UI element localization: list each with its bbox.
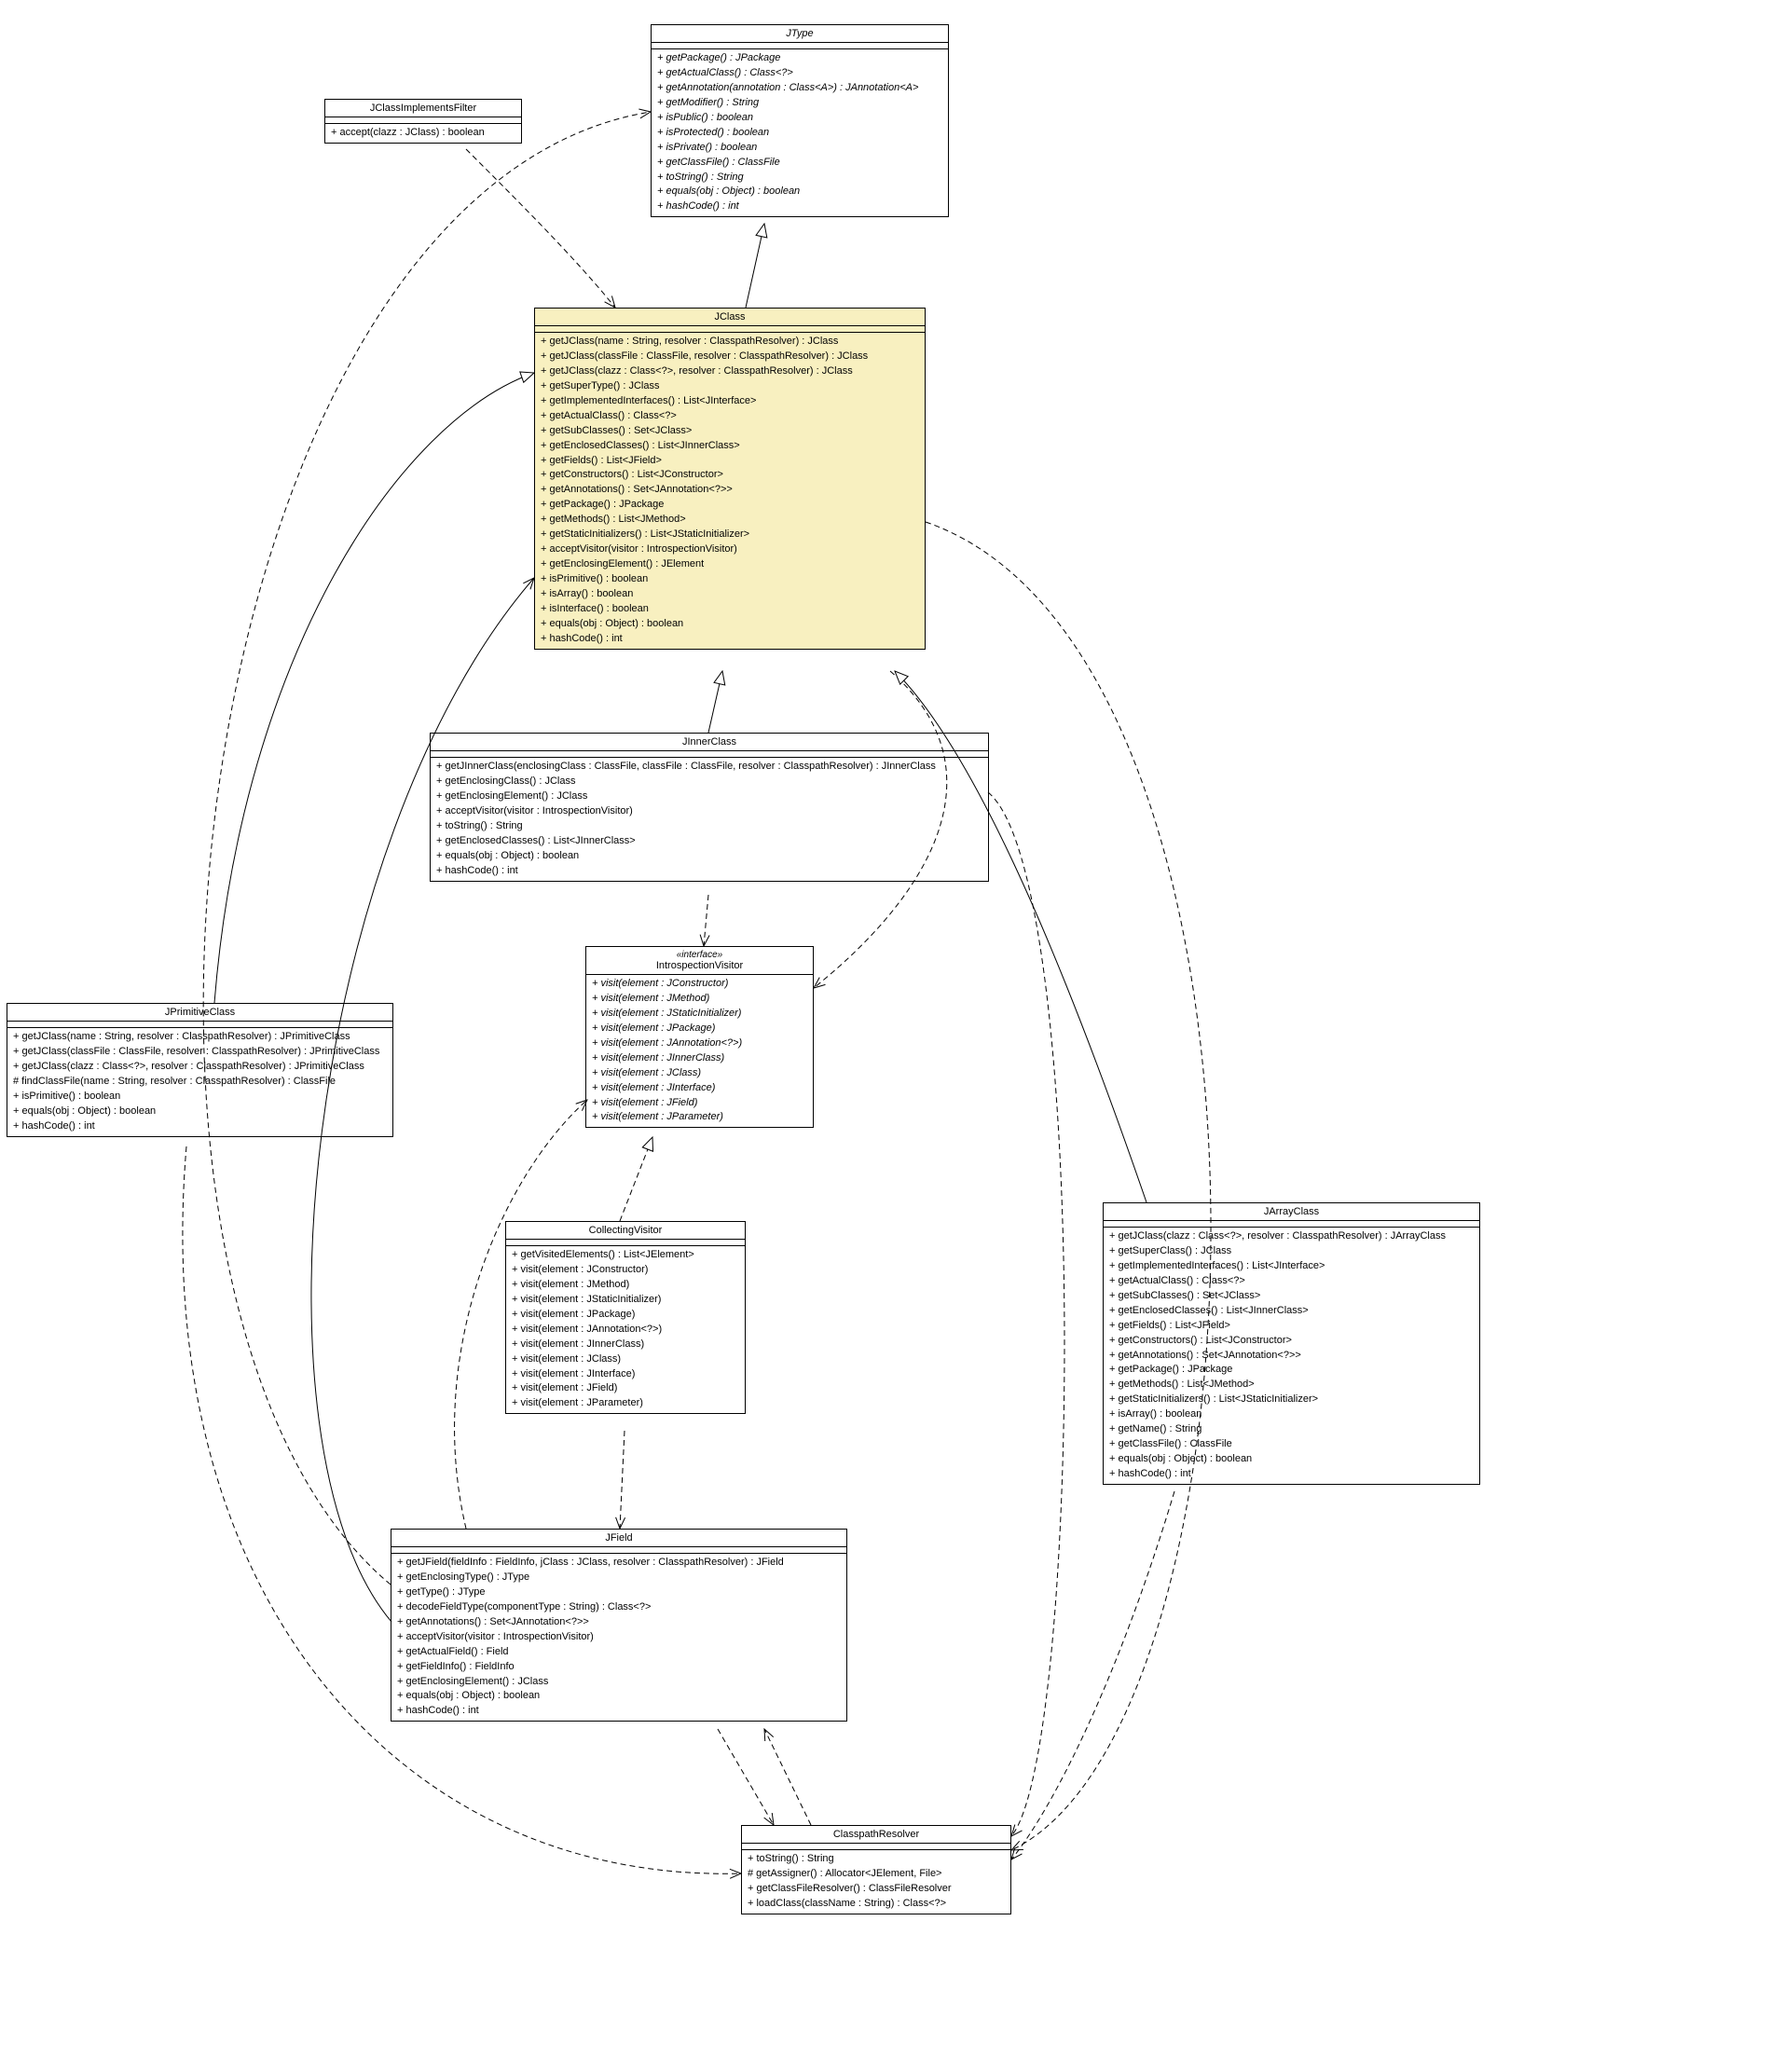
stereotype: «interface» bbox=[592, 950, 807, 960]
attrs-empty bbox=[742, 1844, 1010, 1850]
class-collectingvisitor: CollectingVisitor + getVisitedElements()… bbox=[505, 1221, 746, 1414]
ops: + accept(clazz : JClass) : boolean bbox=[325, 124, 521, 143]
class-jinnerclass: JInnerClass + getJInnerClass(enclosingCl… bbox=[430, 733, 989, 882]
class-jarrayclass: JArrayClass + getJClass(clazz : Class<?>… bbox=[1103, 1202, 1480, 1485]
interface-introspectionvisitor: «interface» IntrospectionVisitor + visit… bbox=[585, 946, 814, 1128]
class-name: JInnerClass bbox=[431, 734, 988, 751]
class-name: JPrimitiveClass bbox=[7, 1004, 392, 1022]
class-jclass: JClass + getJClass(name : String, resolv… bbox=[534, 308, 926, 650]
header: «interface» IntrospectionVisitor bbox=[586, 947, 813, 975]
ops: + getJInnerClass(enclosingClass : ClassF… bbox=[431, 758, 988, 881]
ops: + getJClass(name : String, resolver : Cl… bbox=[7, 1028, 392, 1136]
ops: + getPackage() : JPackage+ getActualClas… bbox=[652, 49, 948, 216]
ops: + toString() : String# getAssigner() : A… bbox=[742, 1850, 1010, 1914]
class-name: JField bbox=[391, 1530, 846, 1547]
attrs-empty bbox=[431, 751, 988, 758]
attrs-empty bbox=[325, 117, 521, 124]
ops: + getVisitedElements() : List<JElement>+… bbox=[506, 1246, 745, 1413]
attrs-empty bbox=[506, 1240, 745, 1246]
class-name: ClasspathResolver bbox=[742, 1826, 1010, 1844]
class-classpathresolver: ClasspathResolver + toString() : String#… bbox=[741, 1825, 1011, 1914]
attrs-empty bbox=[391, 1547, 846, 1554]
class-name: JClass bbox=[535, 309, 925, 326]
class-name: JClassImplementsFilter bbox=[325, 100, 521, 117]
class-name: CollectingVisitor bbox=[506, 1222, 745, 1240]
class-name: IntrospectionVisitor bbox=[592, 960, 807, 971]
class-name: JArrayClass bbox=[1104, 1203, 1479, 1221]
class-jfield: JField + getJField(fieldInfo : FieldInfo… bbox=[391, 1529, 847, 1722]
class-jclassimplementsfilter: JClassImplementsFilter + accept(clazz : … bbox=[324, 99, 522, 144]
attrs-empty bbox=[1104, 1221, 1479, 1228]
ops: + getJClass(name : String, resolver : Cl… bbox=[535, 333, 925, 649]
class-jtype: JType + getPackage() : JPackage+ getActu… bbox=[651, 24, 949, 217]
ops: + getJField(fieldInfo : FieldInfo, jClas… bbox=[391, 1554, 846, 1721]
attrs-empty bbox=[652, 43, 948, 49]
ops: + getJClass(clazz : Class<?>, resolver :… bbox=[1104, 1228, 1479, 1484]
class-name: JType bbox=[652, 25, 948, 43]
class-jprimitiveclass: JPrimitiveClass + getJClass(name : Strin… bbox=[7, 1003, 393, 1137]
attrs-empty bbox=[535, 326, 925, 333]
ops: + visit(element : JConstructor)+ visit(e… bbox=[586, 975, 813, 1127]
attrs-empty bbox=[7, 1022, 392, 1028]
